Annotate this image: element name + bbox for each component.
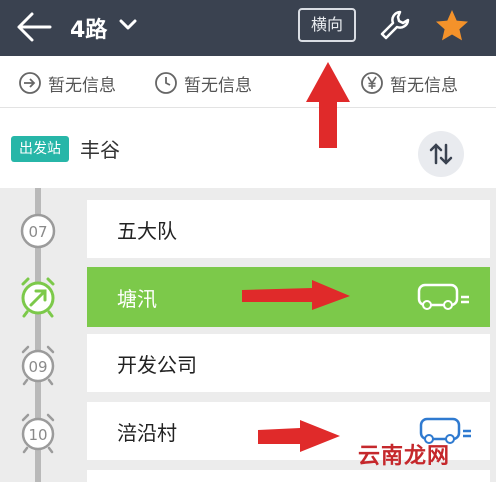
departure-icon — [19, 72, 41, 94]
swap-direction-button[interactable] — [418, 131, 464, 177]
bus-route-page: 4路 横向 暂无信息 暂无信息 暂无信息 出发站 丰谷 07 五大队 塘汛 09… — [0, 0, 496, 482]
back-arrow-icon[interactable] — [14, 10, 54, 44]
stop-card-partial[interactable] — [87, 470, 490, 482]
first-bus-info: 暂无信息 — [18, 70, 116, 96]
swap-icon — [429, 143, 453, 165]
stop-card[interactable]: 五大队 — [87, 200, 490, 258]
route-title[interactable]: 4路 — [70, 12, 107, 44]
stop-name: 五大队 — [117, 219, 177, 243]
origin-tag: 出发站 — [11, 136, 69, 162]
watermark: 云南龙网 — [358, 444, 451, 469]
fare-text: 暂无信息 — [390, 75, 458, 96]
orientation-button[interactable]: 横向 — [298, 8, 356, 42]
origin-name: 丰谷 — [80, 138, 120, 162]
stop-index: 10 — [28, 426, 47, 444]
origin-row: 出发站 丰谷 — [0, 108, 496, 188]
stop-name: 塘汛 — [117, 287, 157, 311]
bus-arriving-icon — [417, 283, 469, 310]
clock-icon — [155, 72, 177, 94]
chevron-down-icon[interactable] — [118, 15, 138, 35]
stop-card[interactable]: 开发公司 — [87, 334, 490, 392]
info-bar: 暂无信息 暂无信息 暂无信息 — [0, 56, 496, 108]
favorite-star-icon[interactable] — [434, 8, 470, 44]
first-bus-text: 暂无信息 — [48, 75, 116, 96]
current-stop-alarm-icon — [21, 277, 55, 318]
stop-index: 09 — [28, 358, 47, 376]
stop-index: 07 — [28, 223, 47, 241]
wrench-icon[interactable] — [378, 8, 412, 42]
yuan-icon — [361, 72, 383, 94]
fare-info: 暂无信息 — [360, 70, 458, 96]
top-bar: 4路 横向 — [0, 0, 496, 56]
stop-marker-icon: 07 — [20, 213, 56, 249]
stop-alarm-icon: 09 — [21, 345, 55, 386]
stop-name: 开发公司 — [117, 353, 197, 377]
stop-alarm-icon: 10 — [21, 413, 55, 454]
stop-card-active[interactable]: 塘汛 — [87, 267, 490, 327]
time-info: 暂无信息 — [154, 70, 252, 96]
stop-name: 涪沿村 — [117, 421, 177, 445]
time-text: 暂无信息 — [184, 75, 252, 96]
